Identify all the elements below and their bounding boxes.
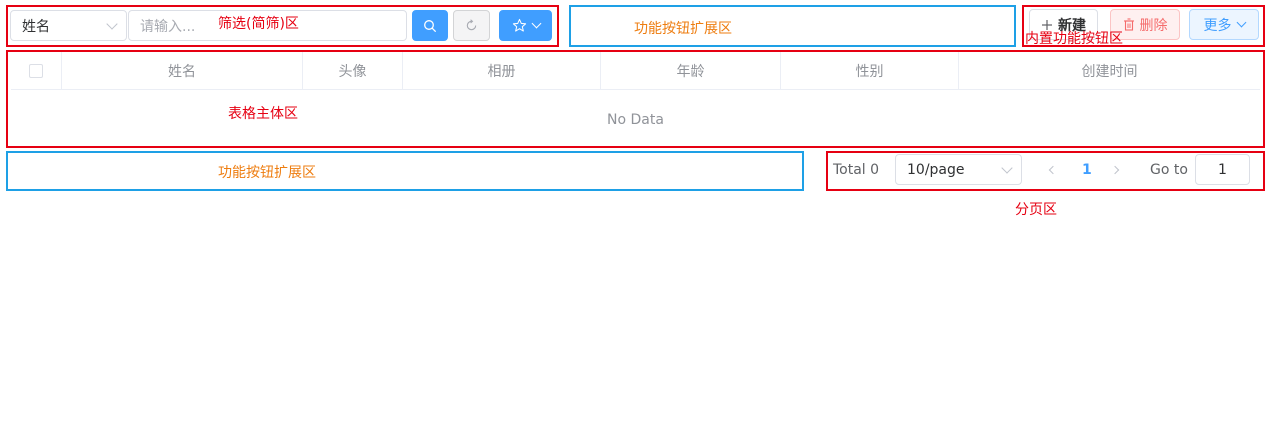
- more-button-label: 更多: [1203, 17, 1232, 34]
- chevron-down-icon: [1001, 161, 1013, 174]
- goto-label: Go to: [1150, 162, 1188, 178]
- toolbar-extension-top-label: 功能按钮扩展区: [634, 21, 732, 37]
- chevron-down-icon: [1236, 17, 1246, 28]
- search-button[interactable]: [412, 10, 448, 41]
- star-icon: [512, 18, 526, 32]
- goto-input[interactable]: 1: [1195, 154, 1250, 185]
- toolbar-extension-bottom-label: 功能按钮扩展区: [218, 165, 316, 181]
- table-empty-text: No Data: [607, 112, 664, 128]
- page-size-value: 10/page: [907, 161, 965, 178]
- field-select[interactable]: 姓名: [10, 10, 127, 41]
- select-all-checkbox[interactable]: [29, 64, 43, 78]
- pagination-region-label: 分页区: [1015, 202, 1057, 218]
- page-size-select[interactable]: 10/page: [895, 154, 1022, 185]
- filter-region-label: 筛选(简筛)区: [218, 16, 299, 32]
- field-select-value: 姓名: [22, 18, 50, 35]
- delete-button-label: 删除: [1139, 17, 1168, 34]
- pagination-total: Total 0: [833, 162, 880, 178]
- column-header[interactable]: 姓名: [62, 52, 303, 90]
- column-header[interactable]: 头像: [303, 52, 403, 90]
- chevron-right-icon: [1110, 165, 1120, 175]
- trash-icon: [1123, 18, 1134, 31]
- table-header: 姓名 头像 相册 年龄 性别 创建时间: [11, 52, 1260, 90]
- plus-icon: [1042, 19, 1052, 30]
- favorites-button[interactable]: [499, 10, 552, 41]
- data-table: 姓名 头像 相册 年龄 性别 创建时间 No Data: [11, 52, 1260, 146]
- search-icon: [424, 19, 436, 32]
- goto-value: 1: [1218, 161, 1227, 178]
- refresh-icon: [466, 19, 477, 31]
- column-header[interactable]: 年龄: [601, 52, 781, 90]
- toolbar-extension-bottom: [6, 151, 804, 191]
- builtin-buttons-label: 内置功能按钮区: [1025, 31, 1123, 47]
- column-header[interactable]: 性别: [781, 52, 959, 90]
- search-placeholder: 请输入...: [140, 18, 196, 35]
- more-button[interactable]: 更多: [1189, 9, 1259, 40]
- prev-page-button[interactable]: [1046, 163, 1058, 177]
- current-page[interactable]: 1: [1082, 162, 1092, 178]
- chevron-down-icon: [106, 17, 118, 30]
- select-all-cell: [11, 52, 62, 90]
- chevron-left-icon: [1048, 165, 1058, 175]
- column-header[interactable]: 创建时间: [959, 52, 1260, 90]
- column-header[interactable]: 相册: [403, 52, 601, 90]
- chevron-down-icon: [531, 18, 541, 29]
- table-region-label: 表格主体区: [228, 106, 298, 122]
- reset-button[interactable]: [453, 10, 490, 41]
- next-page-button[interactable]: [1110, 163, 1122, 177]
